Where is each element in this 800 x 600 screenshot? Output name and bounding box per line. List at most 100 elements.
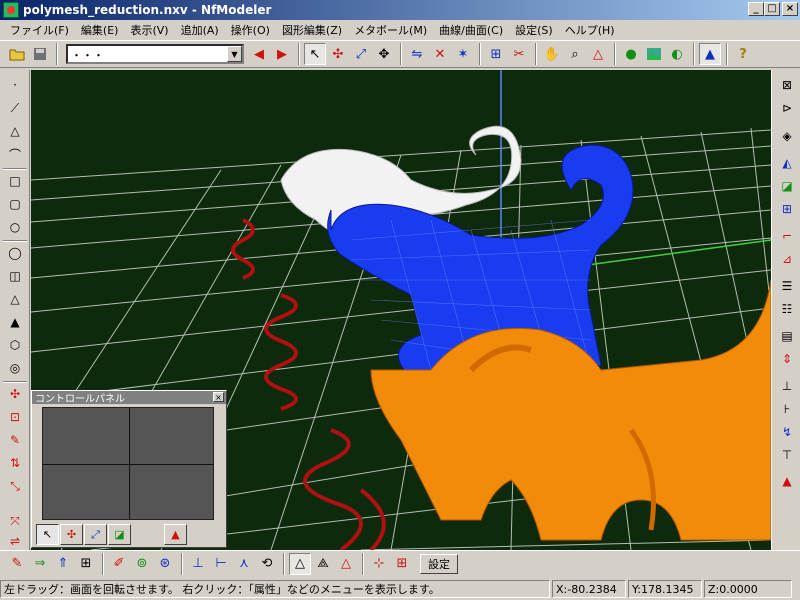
image-icon[interactable]	[643, 43, 665, 65]
close-button[interactable]: ×	[782, 2, 798, 16]
help-icon[interactable]: ?	[732, 43, 754, 65]
shade-icon[interactable]: ◪	[776, 175, 798, 197]
tri-mesh-icon[interactable]: ⟁	[312, 553, 334, 575]
control-pad[interactable]	[42, 407, 214, 520]
arrow-left-icon[interactable]: ◀	[248, 43, 270, 65]
cp-floor-icon[interactable]: ▲	[164, 524, 187, 545]
menu-edit[interactable]: 編集(E)	[75, 22, 125, 38]
rectangle-outline-icon[interactable]: □	[4, 170, 26, 192]
tri-outline-icon[interactable]: △	[289, 552, 311, 575]
arrow-move-icon[interactable]: ⇒	[29, 553, 51, 575]
main-toolbar: ・・・ ▼ ◀ ▶ ↖ ✣ ⤢ ✥ ⇋ ✕ ✶ ⊞ ✂ ✋ ⌕ △ ● ◐ ▲ ?	[0, 40, 800, 68]
magnify-icon[interactable]: ⌕	[564, 43, 586, 65]
cp-edit-icon[interactable]: ◪	[108, 524, 131, 545]
circle-outline-icon[interactable]: ○	[4, 216, 26, 238]
brush-small-icon[interactable]: ✐	[108, 553, 130, 575]
light-icon[interactable]: △	[587, 43, 609, 65]
xyz-axis-icon[interactable]: ⋏	[233, 553, 255, 575]
view-side-icon[interactable]: ⊳	[776, 97, 798, 119]
cp-select-icon[interactable]: ↖	[36, 524, 59, 545]
marker-icon[interactable]: ⊤	[776, 444, 798, 466]
view-front-icon[interactable]: ⊠	[776, 74, 798, 96]
point-icon[interactable]: ·	[4, 74, 26, 96]
join-icon[interactable]: ⤧	[4, 510, 26, 532]
layer-icon[interactable]: ☰	[776, 275, 798, 297]
list-icon[interactable]: ☷	[776, 298, 798, 320]
hand-pan-icon[interactable]: ✋	[541, 43, 563, 65]
fill-icon[interactable]: ⊛	[154, 553, 176, 575]
menu-metaball[interactable]: メタボール(M)	[348, 22, 433, 38]
paint-icon[interactable]: ⊚	[131, 553, 153, 575]
pen-icon[interactable]: ✎	[6, 553, 28, 575]
menu-operate[interactable]: 操作(O)	[225, 22, 276, 38]
box-edit-icon[interactable]: ⊡	[4, 406, 26, 428]
sphere-icon[interactable]: ◯	[4, 242, 26, 264]
menu-settings[interactable]: 設定(S)	[509, 22, 559, 38]
cube-icon[interactable]: ◫	[4, 265, 26, 287]
cone-icon[interactable]: ▲	[4, 311, 26, 333]
view-combo[interactable]: ・・・ ▼	[66, 44, 244, 64]
snap-point-icon[interactable]: ⊹	[368, 553, 390, 575]
arrow-up-icon[interactable]: ⇑	[52, 553, 74, 575]
maximize-button[interactable]: □	[764, 2, 780, 16]
measure-icon[interactable]: ⊥	[776, 375, 798, 397]
split-icon[interactable]: ⇅	[4, 452, 26, 474]
cut-icon[interactable]: ✂	[508, 43, 530, 65]
animation-icon[interactable]: ◐	[666, 43, 688, 65]
ruler-icon[interactable]: ⊦	[776, 398, 798, 420]
control-panel-close-button[interactable]: ×	[213, 392, 224, 402]
render-sphere-icon[interactable]: ●	[620, 43, 642, 65]
save-icon[interactable]	[29, 43, 51, 65]
brush-icon[interactable]: ✎	[4, 429, 26, 451]
polyline-icon[interactable]: ⌒	[4, 143, 26, 165]
grid-toggle-icon[interactable]: ⊞	[776, 198, 798, 220]
menu-help[interactable]: ヘルプ(H)	[559, 22, 621, 38]
weld-icon[interactable]: ⇌	[4, 530, 26, 552]
mirror-icon[interactable]: ⇋	[406, 43, 428, 65]
delete-vertex-icon[interactable]: ✕	[429, 43, 451, 65]
open-folder-icon[interactable]	[6, 43, 28, 65]
triangle-icon[interactable]: △	[4, 120, 26, 142]
axis-toggle-icon[interactable]: ⌐	[776, 225, 798, 247]
snap-grid-icon[interactable]: ⊞	[391, 553, 413, 575]
yz-axis-icon[interactable]: ⊢	[210, 553, 232, 575]
menu-curve-surface[interactable]: 曲線/曲面(C)	[433, 22, 509, 38]
rectangle-icon[interactable]: ▢	[4, 193, 26, 215]
snap-icon[interactable]: ⊿	[776, 248, 798, 270]
menu-add[interactable]: 追加(A)	[175, 22, 225, 38]
control-panel-title[interactable]: コントロールパネル ×	[32, 391, 226, 405]
pyramid-icon[interactable]: △	[4, 288, 26, 310]
move-icon[interactable]: ✥	[373, 43, 395, 65]
minimize-button[interactable]: _	[748, 2, 764, 16]
sort-icon[interactable]: ⇕	[776, 348, 798, 370]
triangle-fill-icon[interactable]: ▲	[776, 470, 798, 492]
tri-red-icon[interactable]: △	[335, 553, 357, 575]
preview-icon[interactable]: ▲	[699, 43, 721, 65]
axis-icon[interactable]: ✶	[452, 43, 474, 65]
settings-button[interactable]: 設定	[420, 553, 458, 574]
knife-icon[interactable]: ⤡	[4, 475, 26, 497]
menu-view[interactable]: 表示(V)	[124, 22, 174, 38]
line-icon[interactable]: ⟋	[4, 97, 26, 119]
menu-file[interactable]: ファイル(F)	[4, 22, 75, 38]
cylinder-icon[interactable]: ⬡	[4, 334, 26, 356]
undo-icon[interactable]: ⟲	[256, 553, 278, 575]
cp-rotate-icon[interactable]: ✣	[60, 524, 83, 545]
chart-icon[interactable]: ↯	[776, 421, 798, 443]
camera-icon[interactable]: ◭	[776, 152, 798, 174]
rotate-select-icon[interactable]: ✣	[327, 43, 349, 65]
chevron-down-icon[interactable]: ▼	[227, 46, 242, 62]
cp-scale-icon[interactable]: ⤢	[84, 524, 107, 545]
vertex-edit-icon[interactable]: ✣	[4, 383, 26, 405]
select-cursor-icon[interactable]: ↖	[304, 43, 326, 65]
arrow-right-icon[interactable]: ▶	[271, 43, 293, 65]
red-curves	[231, 218, 386, 550]
menu-shape-edit[interactable]: 図形編集(Z)	[276, 22, 348, 38]
properties-icon[interactable]: ▤	[776, 325, 798, 347]
view-persp-icon[interactable]: ◈	[776, 125, 798, 147]
torus-icon[interactable]: ◎	[4, 357, 26, 379]
plus-box-icon[interactable]: ⊞	[75, 553, 97, 575]
scale-select-icon[interactable]: ⤢	[350, 43, 372, 65]
align-icon[interactable]: ⊞	[485, 43, 507, 65]
xy-axis-icon[interactable]: ⊥	[187, 553, 209, 575]
